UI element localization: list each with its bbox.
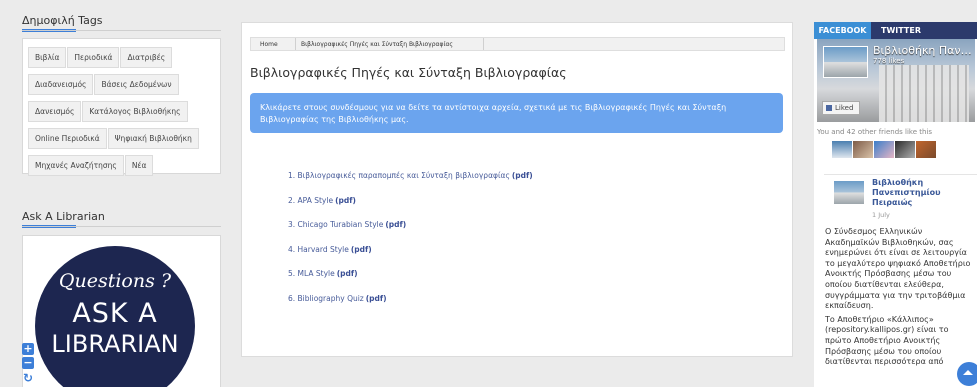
post-author-picture[interactable] bbox=[834, 181, 864, 204]
tags-widget-title-text: Δημοφιλή Tags bbox=[22, 14, 103, 27]
breadcrumb-current: Βιβλιογραφικές Πηγές και Σύνταξη Βιβλιογ… bbox=[301, 41, 453, 48]
zoom-in-button[interactable]: + bbox=[22, 343, 34, 355]
pdf-link[interactable]: (pdf) bbox=[335, 196, 356, 205]
reset-icon[interactable]: ↻ bbox=[22, 372, 34, 384]
social-tabs: FACEBOOK TWITTER bbox=[814, 22, 977, 39]
document-link[interactable]: 2. APA Style (pdf) bbox=[288, 196, 533, 221]
liked-button[interactable]: Liked bbox=[822, 101, 860, 115]
left-sidebar: Δημοφιλή Tags Βιβλία Περιοδικά Διατριβές Δ… bbox=[22, 14, 221, 387]
post-date[interactable]: 1 July bbox=[872, 211, 890, 219]
title-accent-line bbox=[22, 29, 76, 32]
tab-facebook[interactable]: FACEBOOK bbox=[814, 22, 871, 39]
avatar[interactable] bbox=[874, 141, 894, 158]
page-profile-picture[interactable] bbox=[823, 46, 868, 78]
breadcrumb: Home Βιβλιογραφικές Πηγές και Σύνταξη Βι… bbox=[250, 37, 785, 51]
facebook-like-count: 778 likes bbox=[873, 57, 905, 65]
friend-avatars bbox=[832, 141, 937, 162]
pdf-link[interactable]: (pdf) bbox=[512, 171, 533, 180]
scroll-to-top-button[interactable] bbox=[957, 362, 977, 386]
facebook-post: Βιβλιοθήκη Πανεπιστημίου Πειραιώς 1 July… bbox=[824, 174, 977, 366]
tags-widget-title: Δημοφιλή Tags bbox=[22, 14, 221, 32]
avatar[interactable] bbox=[895, 141, 915, 158]
link-text[interactable]: 1. Βιβλιογραφικές παραπομπές και Σύνταξη… bbox=[288, 171, 510, 180]
breadcrumb-divider bbox=[295, 38, 296, 50]
ask-image-line-questions: Questions ? bbox=[58, 270, 172, 292]
librarian-widget-title-text: Ask A Librarian bbox=[22, 210, 105, 223]
document-link[interactable]: 6. Bibliography Quiz (pdf) bbox=[288, 294, 533, 319]
tag-item[interactable]: Περιοδικά bbox=[67, 47, 120, 68]
pdf-link[interactable]: (pdf) bbox=[351, 245, 372, 254]
tag-item[interactable]: Νέα bbox=[124, 155, 154, 176]
tag-item[interactable]: Διαδανεισμός bbox=[28, 74, 94, 95]
page-title: Βιβλιογραφικές Πηγές και Σύνταξη Βιβλιογ… bbox=[250, 65, 567, 80]
tag-item[interactable]: Βάσεις Δεδομένων bbox=[94, 74, 179, 95]
facebook-page-name[interactable]: Βιβλιοθήκη Παν… bbox=[873, 44, 972, 57]
zoom-out-button[interactable]: − bbox=[22, 357, 34, 369]
social-widget: FACEBOOK TWITTER Βιβλιοθήκη Παν… 778 lik… bbox=[814, 22, 977, 387]
tab-twitter[interactable]: TWITTER bbox=[871, 22, 931, 39]
ask-librarian-box: Questions ? ASK A LIBRARIAN bbox=[22, 235, 221, 387]
pdf-link[interactable]: (pdf) bbox=[366, 294, 387, 303]
avatar[interactable] bbox=[916, 141, 936, 158]
ask-image-line-librarian: LIBRARIAN bbox=[51, 330, 179, 358]
librarian-widget-title: Ask A Librarian bbox=[22, 210, 221, 228]
link-text[interactable]: 2. APA Style bbox=[288, 196, 333, 205]
pdf-link[interactable]: (pdf) bbox=[385, 220, 406, 229]
avatar[interactable] bbox=[832, 141, 852, 158]
tag-item[interactable]: Βιβλία bbox=[28, 47, 67, 68]
document-link[interactable]: 5. MLA Style (pdf) bbox=[288, 269, 533, 294]
post-paragraph: Ο Σύνδεσμος Ελληνικών Ακαδημαϊκών Βιβλιο… bbox=[825, 227, 971, 311]
tag-item[interactable]: Μηχανές Αναζήτησης bbox=[28, 155, 124, 176]
tag-item[interactable]: Online Περιοδικά bbox=[28, 128, 107, 149]
friends-like-text: You and 42 other friends like this bbox=[817, 128, 933, 136]
document-link[interactable]: 4. Harvard Style (pdf) bbox=[288, 245, 533, 270]
tag-cloud: Βιβλία Περιοδικά Διατριβές Διαδανεισμός Βάσ… bbox=[22, 38, 221, 176]
document-link[interactable]: 3. Chicago Turabian Style (pdf) bbox=[288, 220, 533, 245]
ask-librarian-image[interactable]: Questions ? ASK A LIBRARIAN bbox=[35, 246, 195, 387]
ask-image-line-ask: ASK A bbox=[72, 298, 158, 329]
link-text[interactable]: 3. Chicago Turabian Style bbox=[288, 220, 383, 229]
breadcrumb-home[interactable]: Home bbox=[260, 41, 278, 48]
building-image bbox=[879, 65, 969, 122]
title-accent-line bbox=[22, 225, 76, 228]
facebook-cover-image: Βιβλιοθήκη Παν… 778 likes Liked bbox=[817, 39, 975, 122]
breadcrumb-divider bbox=[483, 38, 484, 50]
link-text[interactable]: 4. Harvard Style bbox=[288, 245, 349, 254]
tag-item[interactable]: Διατριβές bbox=[120, 47, 173, 68]
document-link-list: 1. Βιβλιογραφικές παραπομπές και Σύνταξη… bbox=[288, 171, 533, 318]
document-link[interactable]: 1. Βιβλιογραφικές παραπομπές και Σύνταξη… bbox=[288, 171, 533, 196]
post-body: Ο Σύνδεσμος Ελληνικών Ακαδημαϊκών Βιβλιο… bbox=[825, 227, 975, 371]
tag-item[interactable]: Δανεισμός bbox=[28, 101, 82, 122]
avatar[interactable] bbox=[853, 141, 873, 158]
info-box: Κλικάρετε στους συνδέσμους για να δείτε … bbox=[250, 93, 783, 133]
post-paragraph: Το Αποθετήριο «Κάλλιπος» (repository.kal… bbox=[825, 314, 949, 367]
post-author[interactable]: Βιβλιοθήκη Πανεπιστημίου Πειραιώς bbox=[872, 178, 977, 208]
link-text[interactable]: 5. MLA Style bbox=[288, 269, 335, 278]
tag-item[interactable]: Ψηφιακή Βιβλιοθήκη bbox=[107, 128, 199, 149]
main-content: Home Βιβλιογραφικές Πηγές και Σύνταξη Βι… bbox=[241, 22, 793, 357]
tag-item[interactable]: Κατάλογος Βιβλιοθήκης bbox=[82, 101, 188, 122]
pdf-link[interactable]: (pdf) bbox=[337, 269, 358, 278]
link-text[interactable]: 6. Bibliography Quiz bbox=[288, 294, 364, 303]
